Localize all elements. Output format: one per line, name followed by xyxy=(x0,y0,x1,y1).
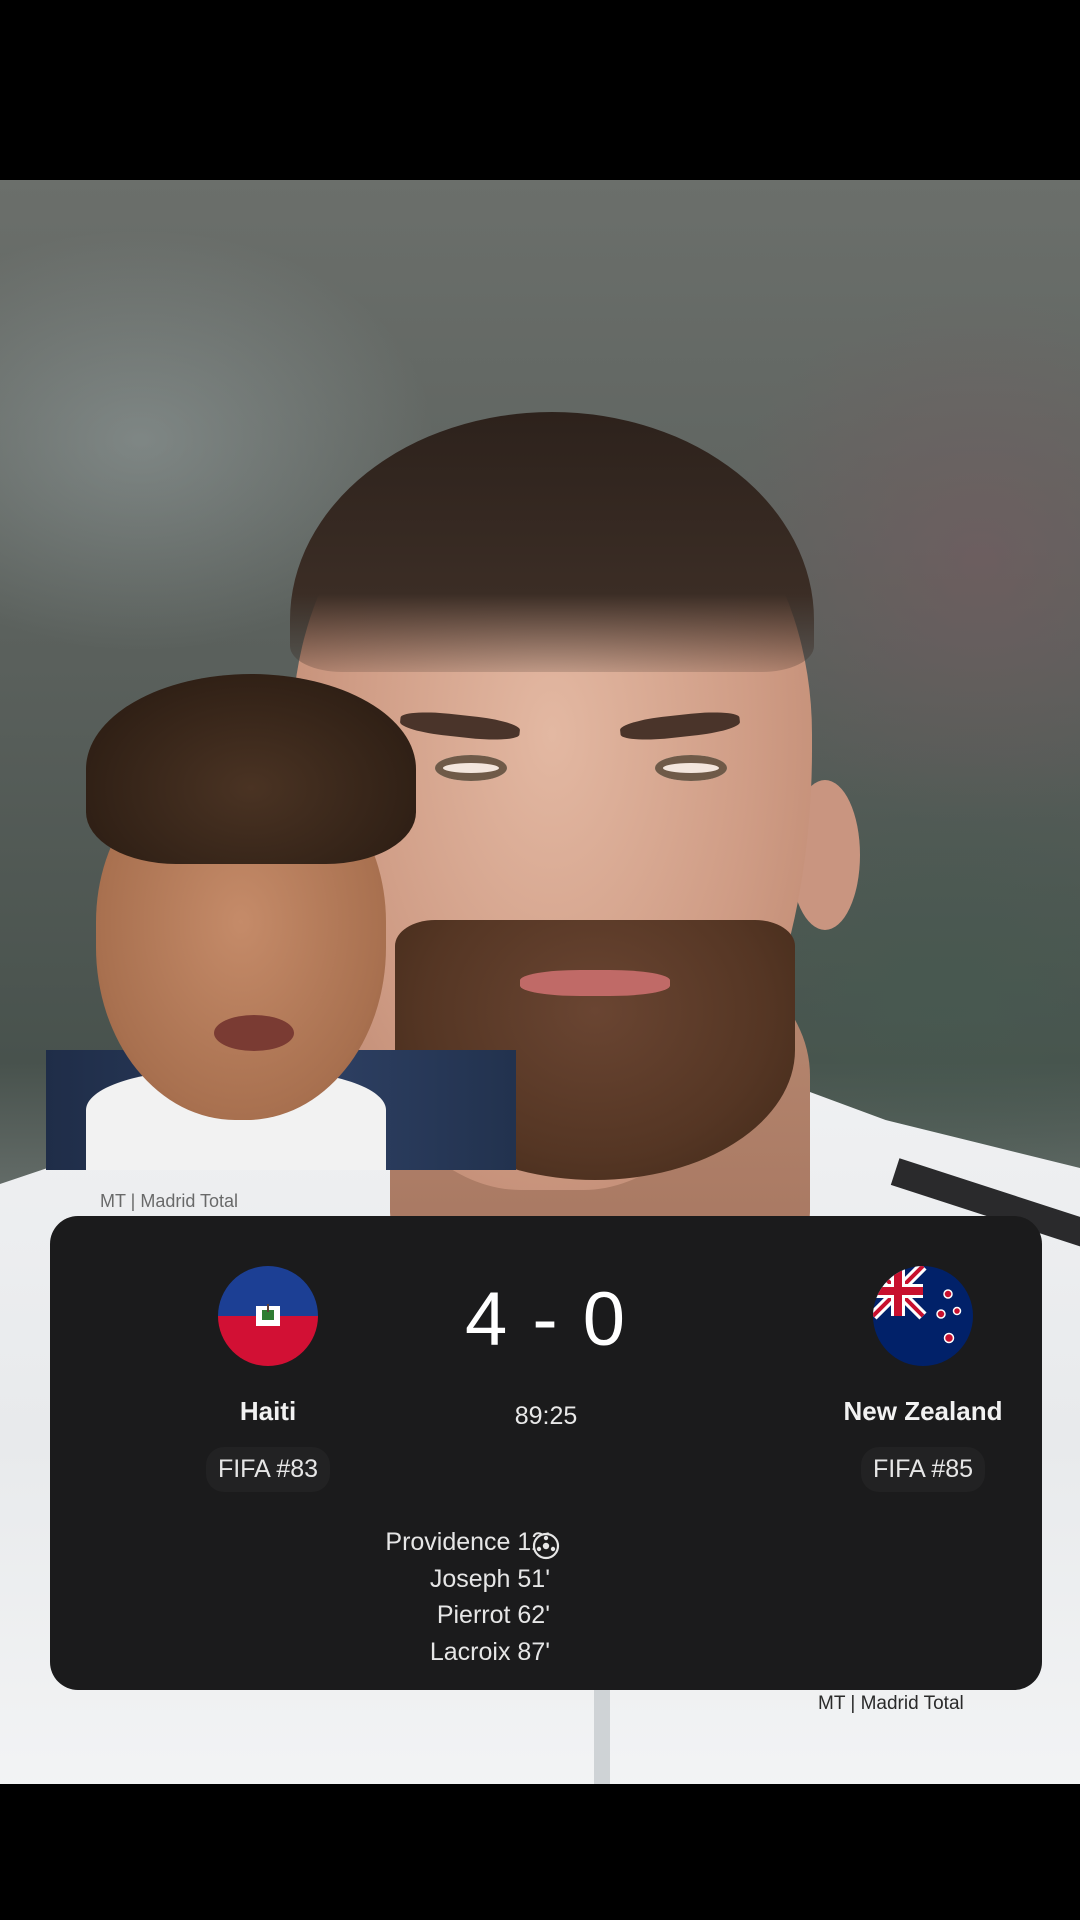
streamer-cutout xyxy=(46,670,516,1170)
player-eye-right xyxy=(655,755,727,781)
soccer-ball-icon xyxy=(532,1532,560,1560)
home-team: Haiti FIFA #83 xyxy=(118,1266,418,1492)
away-team-rank: FIFA #85 xyxy=(860,1447,986,1492)
video-frame: MT | Madrid Total Haiti FIFA #83 4 - 0 8… xyxy=(0,0,1080,1920)
home-team-name: Haiti xyxy=(239,1396,297,1426)
goal-scorer: Pierrot 62' xyxy=(436,1601,550,1629)
home-team-rank: FIFA #83 xyxy=(205,1447,331,1492)
match-score-card: Haiti FIFA #83 4 - 0 89:25 New Zealand F… xyxy=(50,1216,1042,1690)
player-mouth xyxy=(520,970,670,996)
watermark-top: MT | Madrid Total xyxy=(100,1191,239,1211)
letterbox-bottom xyxy=(0,1784,1080,1920)
watermark-bottom: MT | Madrid Total xyxy=(818,1693,964,1714)
goal-scorer: Joseph 51' xyxy=(429,1564,550,1593)
away-team: New Zealand FIFA #85 xyxy=(773,1266,1073,1492)
goal-scorer: Providence 12' xyxy=(385,1528,550,1556)
match-clock: 89:25 xyxy=(514,1402,578,1430)
match-score: 4 - 0 xyxy=(464,1277,628,1362)
letterbox-top xyxy=(0,0,1080,180)
player-hair xyxy=(290,412,814,672)
goal-scorer: Lacroix 87' xyxy=(429,1637,550,1666)
streamer-mouth xyxy=(214,1015,294,1051)
new-zealand-flag-icon xyxy=(873,1266,973,1366)
home-goal-scorers: Providence 12' Joseph 51' Pierrot 62' La… xyxy=(250,1524,550,1670)
streamer-hair xyxy=(86,674,416,864)
away-team-name: New Zealand xyxy=(843,1396,1003,1426)
haiti-flag-icon xyxy=(218,1266,318,1366)
